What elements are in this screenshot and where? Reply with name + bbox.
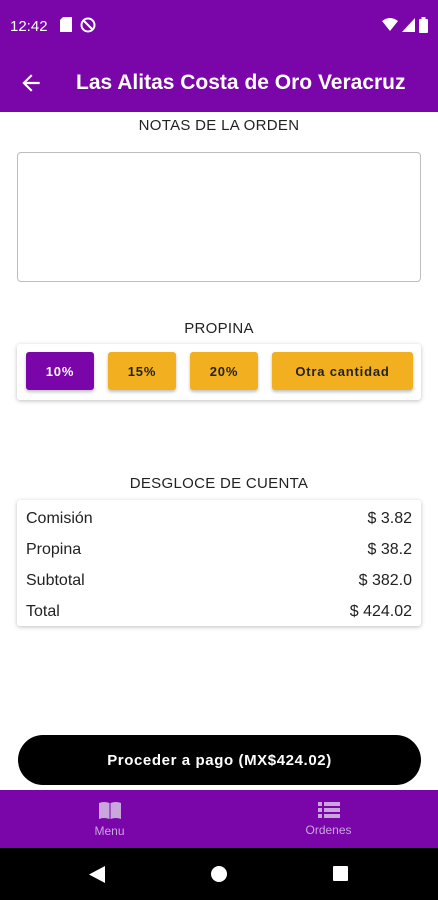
row-label: Comisión [26, 510, 93, 527]
recents-square-icon[interactable] [333, 866, 348, 881]
home-circle-icon[interactable] [211, 866, 227, 882]
app-bar: Las Alitas Costa de Oro Veracruz [0, 54, 438, 112]
row-value: $ 3.82 [367, 510, 412, 527]
signal-icon [402, 18, 415, 32]
nav-label: Ordenes [305, 823, 352, 837]
row-value: $ 382.0 [358, 572, 412, 589]
breakdown-card: Comisión $ 3.82 Propina $ 38.2 Subtotal … [17, 500, 421, 626]
nav-label: Menu [94, 824, 125, 838]
system-navigation-bar [0, 848, 438, 900]
breakdown-row-commission: Comisión $ 3.82 [26, 507, 412, 531]
tip-options-card: 10% 15% 20% Otra cantidad [17, 344, 421, 400]
tip-20-button[interactable]: 20% [190, 352, 258, 390]
nav-item-orders[interactable]: Ordenes [219, 790, 438, 848]
tip-15-button[interactable]: 15% [108, 352, 176, 390]
book-icon [98, 802, 121, 819]
bottom-navigation: Menu Ordenes [0, 790, 438, 848]
page-title: Las Alitas Costa de Oro Veracruz [76, 71, 406, 94]
tip-other-button[interactable]: Otra cantidad [272, 352, 413, 390]
battery-icon [419, 17, 428, 33]
breakdown-label: DESGLOCE DE CUENTA [129, 475, 309, 492]
sim-card-icon [60, 17, 72, 32]
back-triangle-icon[interactable] [89, 866, 105, 883]
list-icon [317, 802, 340, 818]
breakdown-row-tip: Propina $ 38.2 [26, 538, 412, 562]
wifi-icon [382, 18, 398, 31]
breakdown-row-subtotal: Subtotal $ 382.0 [26, 569, 412, 593]
tip-10-button[interactable]: 10% [26, 352, 94, 390]
back-arrow-icon[interactable] [18, 70, 44, 96]
row-value: $ 424.02 [349, 603, 412, 620]
tip-label: PROPINA [184, 320, 254, 337]
status-time: 12:42 [10, 18, 48, 35]
do-not-disturb-icon [80, 17, 96, 33]
status-notification-icons [60, 17, 96, 33]
notes-label: NOTAS DE LA ORDEN [138, 117, 300, 134]
row-label: Propina [26, 541, 82, 558]
proceed-to-payment-button[interactable]: Proceder a pago (MX$424.02) [18, 735, 421, 785]
row-value: $ 38.2 [367, 541, 412, 558]
breakdown-row-total: Total $ 424.02 [26, 600, 412, 624]
status-bar: 12:42 [0, 0, 438, 54]
status-system-icons [382, 17, 428, 33]
row-label: Total [26, 603, 60, 620]
order-notes-input[interactable] [17, 152, 421, 282]
nav-item-menu[interactable]: Menu [0, 790, 219, 848]
row-label: Subtotal [26, 572, 85, 589]
